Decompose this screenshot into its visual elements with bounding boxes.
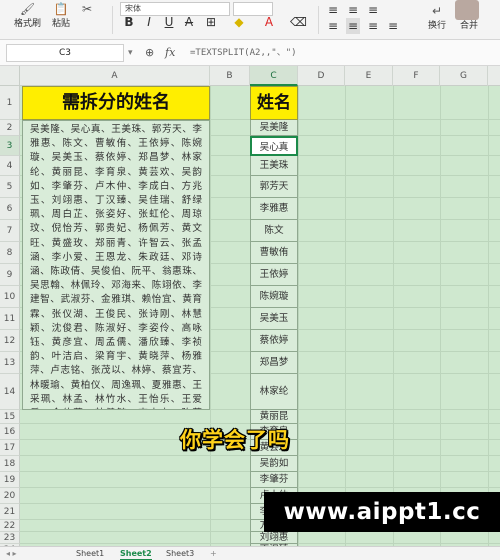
row-header[interactable]: 18 [0, 456, 20, 472]
name-box[interactable]: C3 [6, 44, 124, 62]
split-name-cell[interactable]: 陈文 [250, 220, 298, 242]
split-name-cell[interactable]: 李肇芬 [250, 472, 298, 488]
scissors-icon: ✂ [82, 2, 93, 16]
fx-icon[interactable]: fx [165, 44, 175, 62]
split-name-cell[interactable]: 吴美隆 [250, 120, 298, 136]
active-cell-c3[interactable]: 吴心真 [250, 136, 298, 156]
split-name-cell[interactable]: 刘翊惠 [250, 532, 298, 544]
row-header[interactable]: 15 [0, 410, 20, 424]
brush-icon: 🖌 [19, 2, 36, 16]
format-painter-label: 格式刷 [14, 19, 42, 29]
watermark-banner: www.aippt1.cc [264, 492, 500, 532]
row-header[interactable]: 1 [0, 86, 20, 120]
formula-bar: C3 ▾ ⊕ fx =TEXTSPLIT(A2,,"、") [0, 40, 500, 66]
split-name-cell[interactable]: 郑昌梦 [250, 352, 298, 374]
formula-input[interactable]: =TEXTSPLIT(A2,,"、") [190, 44, 297, 62]
spreadsheet-grid: 123456789101112131415161718192021222324 … [0, 86, 500, 546]
column-header-c[interactable]: C [250, 66, 298, 86]
split-name-cell[interactable]: 王依婷 [250, 264, 298, 286]
zoom-icon[interactable]: ⊕ [145, 44, 154, 62]
split-name-cell[interactable]: 林家纶 [250, 374, 298, 410]
chevron-down-icon[interactable]: ▾ [128, 44, 133, 62]
row-header[interactable]: 3 [0, 136, 20, 156]
wrap-text-button[interactable]: ↵ 换行 [428, 4, 446, 31]
align-left-icon[interactable]: ≡ [326, 18, 340, 34]
split-name-cell[interactable]: 吴美玉 [250, 308, 298, 330]
row-header[interactable]: 19 [0, 472, 20, 488]
source-names-cell-a2[interactable]: 吴美隆、吴心真、王美珠、郭芳天、李雅惠、陈文、曹敏侑、王依婷、陈婉璇、吴美玉、蔡… [22, 120, 210, 410]
column-header-a[interactable]: A [20, 66, 210, 86]
split-name-cell[interactable]: 蔡依婷 [250, 330, 298, 352]
header-cell-c1[interactable]: 姓名 [250, 86, 298, 120]
split-name-cell[interactable]: 王美珠 [250, 156, 298, 176]
split-name-cell[interactable]: 吴韵如 [250, 456, 298, 472]
align-center-icon[interactable]: ≡ [346, 18, 360, 34]
row-header[interactable]: 12 [0, 330, 20, 352]
underline-button[interactable]: U [162, 14, 176, 30]
column-header-b[interactable]: B [210, 66, 250, 86]
strikethrough-button[interactable]: A [182, 14, 196, 30]
paste-button[interactable]: 📋 粘贴 [52, 2, 70, 29]
split-name-cell[interactable]: 曹敏侑 [250, 242, 298, 264]
eraser-icon[interactable]: ⌫ [290, 14, 307, 30]
column-header-g[interactable]: G [440, 66, 488, 86]
tab-nav-arrows-icon[interactable]: ◂ ▸ [6, 547, 17, 560]
column-header-e[interactable]: E [345, 66, 393, 86]
header-cell-a1[interactable]: 需拆分的姓名 [22, 86, 210, 120]
row-header[interactable]: 17 [0, 440, 20, 456]
distribute-icon[interactable]: ≡ [386, 18, 400, 34]
italic-button[interactable]: I [142, 14, 156, 30]
clipboard-icon: 📋 [53, 2, 69, 16]
add-sheet-icon[interactable]: + [210, 547, 217, 560]
row-header[interactable]: 10 [0, 286, 20, 308]
split-name-cell[interactable]: 郭芳天 [250, 176, 298, 198]
align-bottom-icon[interactable]: ≡ [366, 2, 380, 18]
sheet-tab-bar: ◂ ▸ Sheet1 Sheet2 Sheet3 + [0, 546, 500, 560]
fill-color-icon[interactable]: ◆ [232, 14, 246, 30]
row-header[interactable]: 8 [0, 242, 20, 264]
row-header[interactable]: 23 [0, 532, 20, 544]
row-header[interactable]: 11 [0, 308, 20, 330]
border-icon[interactable]: ⊞ [204, 14, 218, 30]
row-header[interactable]: 22 [0, 520, 20, 532]
row-header[interactable]: 20 [0, 488, 20, 504]
avatar[interactable] [455, 0, 479, 20]
merge-label: 合并 [460, 21, 479, 31]
row-header[interactable]: 6 [0, 198, 20, 220]
row-header[interactable]: 2 [0, 120, 20, 136]
format-painter-button[interactable]: 🖌 格式刷 [14, 2, 41, 29]
font-color-icon[interactable]: A [262, 14, 276, 30]
column-header-d[interactable]: D [298, 66, 345, 86]
row-header[interactable]: 16 [0, 424, 20, 440]
row-header[interactable]: 21 [0, 504, 20, 520]
wrap-label: 换行 [428, 21, 447, 31]
split-name-cell[interactable]: 陈婉璇 [250, 286, 298, 308]
row-header[interactable]: 7 [0, 220, 20, 242]
column-header-f[interactable]: F [393, 66, 440, 86]
split-name-cell[interactable]: 黄丽昆 [250, 410, 298, 424]
select-all-corner[interactable] [0, 66, 20, 86]
tab-sheet2[interactable]: Sheet2 [120, 547, 152, 560]
paste-label: 粘贴 [52, 19, 71, 29]
tab-sheet3[interactable]: Sheet3 [166, 547, 194, 560]
row-header[interactable]: 5 [0, 176, 20, 198]
row-header[interactable]: 14 [0, 374, 20, 410]
cut-button[interactable]: ✂ [82, 2, 92, 16]
tab-sheet1[interactable]: Sheet1 [76, 547, 104, 560]
split-name-cell[interactable]: 李雅惠 [250, 198, 298, 220]
row-header[interactable]: 4 [0, 156, 20, 176]
row-header[interactable]: 9 [0, 264, 20, 286]
align-right-icon[interactable]: ≡ [366, 18, 380, 34]
ribbon-divider [112, 6, 113, 34]
align-top-icon[interactable]: ≡ [326, 2, 340, 18]
video-subtitle: 你学会了吗 [180, 428, 290, 452]
row-header[interactable]: 13 [0, 352, 20, 374]
ribbon-divider [318, 6, 319, 34]
column-header-bar: A B C D E F G [0, 66, 500, 86]
align-middle-icon[interactable]: ≡ [346, 2, 360, 18]
ribbon-toolbar: 🖌 格式刷 📋 粘贴 ✂ 宋体 B I U A ⊞ ◆ A ⌫ ≡ ≡ ≡ ≡ … [0, 0, 500, 40]
wrap-icon: ↵ [431, 4, 443, 18]
bold-button[interactable]: B [122, 14, 136, 30]
